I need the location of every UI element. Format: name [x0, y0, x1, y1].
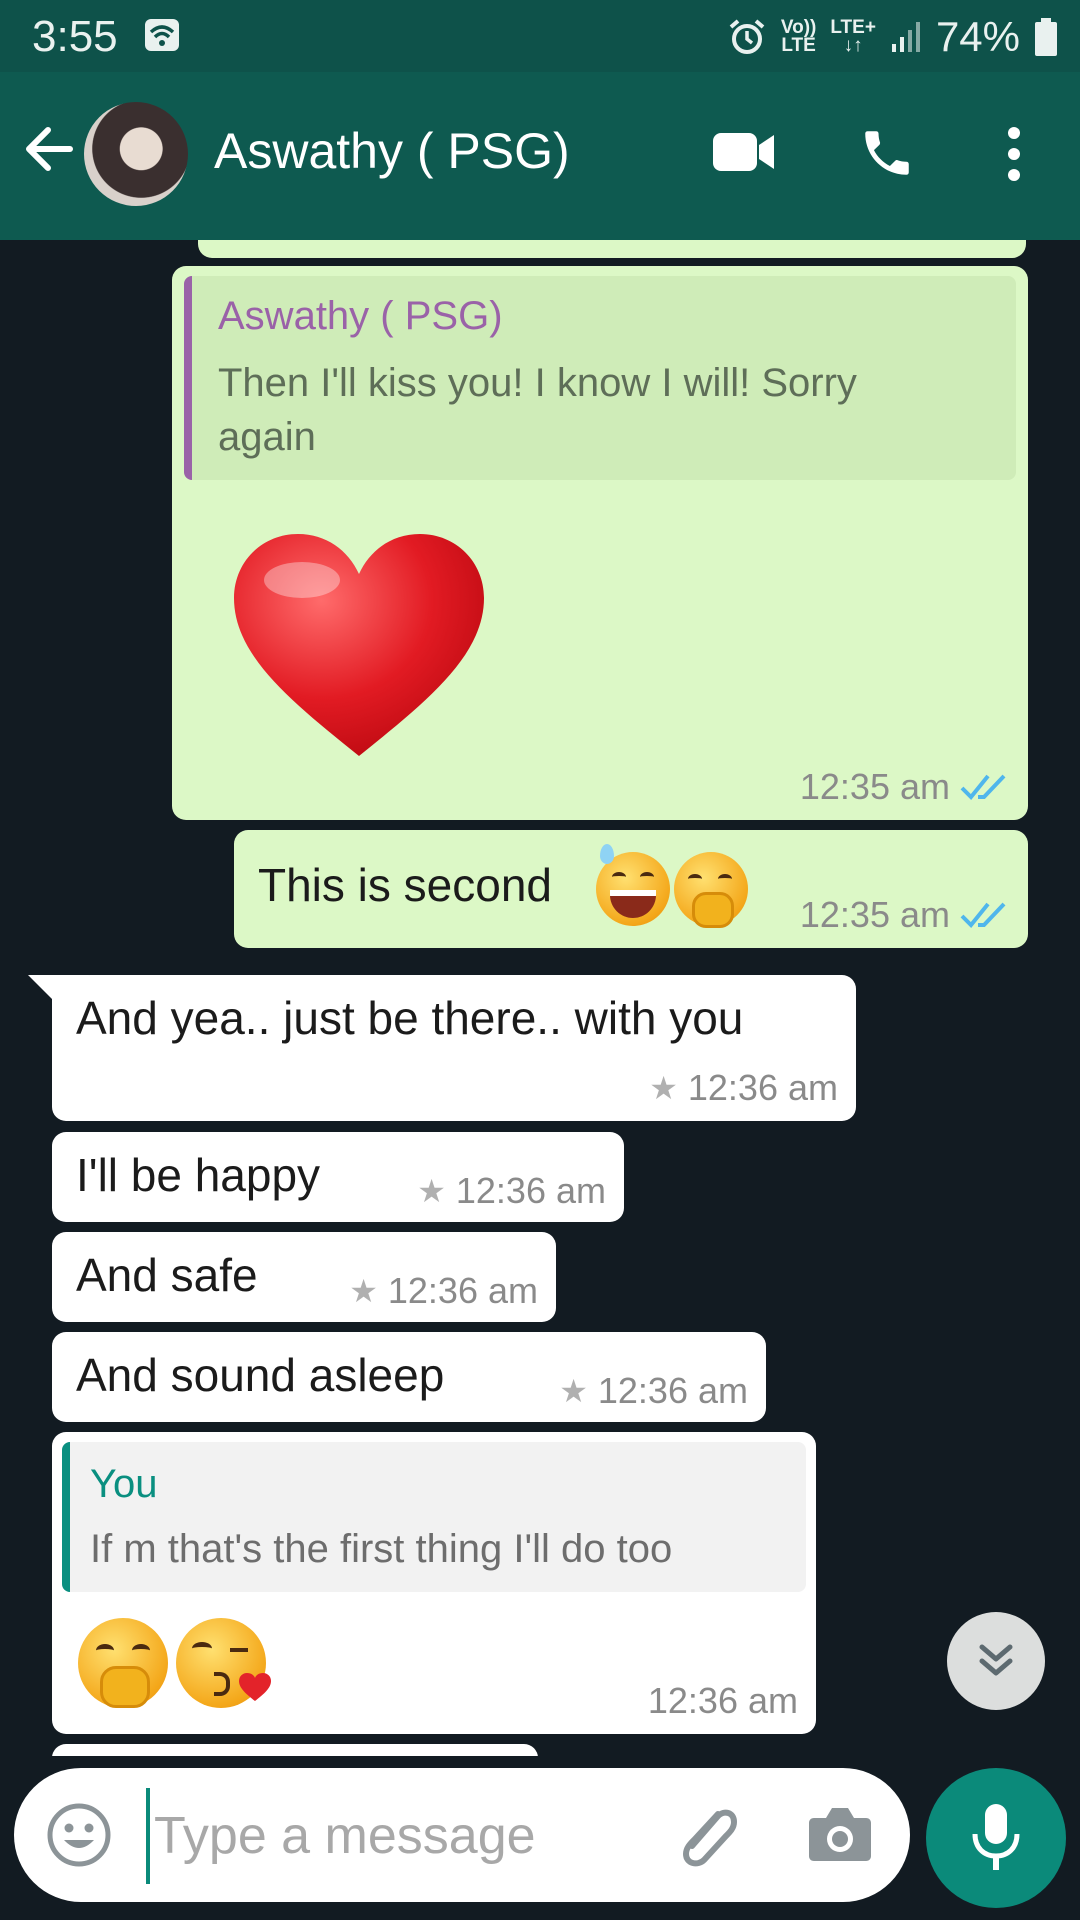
chat-area[interactable]: Aswathy ( PSG) Then I'll kiss you! I kno… — [0, 240, 1080, 1756]
chat-header: Aswathy ( PSG) — [0, 72, 1080, 240]
message-time: 12:36 am — [647, 1680, 798, 1721]
message-bubble[interactable]: I'll be happy ★ 12:36 am — [52, 1132, 624, 1222]
hand-over-mouth-emoji — [78, 1618, 168, 1708]
message-bubble[interactable]: This is second 12:35 am — [234, 830, 1028, 948]
double-tick-icon — [960, 902, 1006, 928]
message-text: And sound asleep — [76, 1349, 445, 1401]
double-tick-icon — [960, 774, 1006, 800]
quote-bar — [184, 276, 192, 480]
quoted-text: If m that's the first thing I'll do too — [90, 1527, 673, 1571]
battery-icon — [1035, 18, 1057, 56]
message-bubble[interactable]: Aswathy ( PSG) Then I'll kiss you! I kno… — [172, 266, 1028, 820]
grinning-sweat-emoji — [596, 844, 670, 926]
scroll-to-bottom-button[interactable] — [947, 1612, 1045, 1710]
message-bubble[interactable]: And sound asleep ★ 12:36 am — [52, 1332, 766, 1422]
message-bubble[interactable]: And yea.. just be there.. with you ★ 12:… — [52, 975, 856, 1121]
status-time: 3:55 — [32, 12, 118, 61]
message-bubble[interactable]: You If m that's the first thing I'll do … — [52, 1432, 816, 1734]
status-bar: 3:55 Vo)) LTE LTE+ ↓↑ 74% — [0, 0, 1080, 72]
attach-icon[interactable] — [674, 1798, 746, 1870]
message-input[interactable] — [146, 1788, 676, 1884]
kissing-heart-emoji — [176, 1618, 271, 1708]
quoted-text-line-1: Then I'll kiss you! I know I will! Sorry — [218, 361, 857, 405]
alarm-icon — [729, 19, 765, 54]
star-icon: ★ — [349, 1273, 378, 1309]
volte-indicator: Vo)) LTE — [780, 17, 817, 56]
contact-name[interactable]: Aswathy ( PSG) — [214, 122, 570, 180]
message-text: This is second — [258, 859, 553, 911]
message-time: 12:35 am — [800, 894, 1008, 936]
battery-percentage: 74% — [935, 13, 1020, 60]
lte-indicator: LTE+ ↓↑ — [830, 17, 876, 56]
heart-emoji — [234, 534, 484, 756]
more-options-icon[interactable] — [1004, 126, 1024, 182]
chevron-double-down-icon — [979, 1644, 1013, 1676]
message-time: ★ 12:36 am — [559, 1370, 748, 1411]
message-text: And safe — [76, 1249, 258, 1301]
message-time: ★ 12:36 am — [649, 1067, 838, 1108]
message-bubble-partial[interactable] — [52, 1744, 538, 1756]
message-text: I'll be happy — [76, 1149, 321, 1201]
message-time: ★ 12:36 am — [349, 1270, 538, 1311]
hand-over-mouth-emoji — [674, 852, 748, 928]
status-indicators: Vo)) LTE LTE+ ↓↑ 74% — [727, 12, 1058, 62]
voice-call-icon[interactable] — [858, 124, 916, 182]
quoted-sender: You — [90, 1462, 158, 1506]
star-icon: ★ — [417, 1173, 446, 1209]
message-composer — [14, 1768, 910, 1902]
mic-button[interactable] — [926, 1768, 1066, 1908]
quoted-text-line-2: again — [218, 415, 316, 459]
mic-icon — [972, 1804, 1020, 1870]
avatar[interactable] — [84, 102, 188, 206]
wifi-icon — [145, 19, 179, 51]
back-icon[interactable] — [22, 122, 76, 176]
message-text: And yea.. just be there.. with you — [76, 992, 744, 1044]
signal-icon — [891, 22, 920, 52]
message-time: 12:35 am — [800, 766, 1008, 808]
message-time: ★ 12:36 am — [417, 1170, 606, 1211]
video-call-icon[interactable] — [712, 130, 776, 174]
star-icon: ★ — [559, 1373, 588, 1409]
quote-bar — [62, 1442, 70, 1592]
message-bubble[interactable]: And safe ★ 12:36 am — [52, 1232, 556, 1322]
camera-icon[interactable] — [808, 1806, 872, 1862]
message-bubble-partial[interactable] — [198, 240, 1026, 258]
emoji-icon[interactable] — [46, 1802, 112, 1868]
star-icon: ★ — [649, 1070, 678, 1106]
quoted-message[interactable]: You If m that's the first thing I'll do … — [62, 1442, 806, 1592]
quoted-sender: Aswathy ( PSG) — [218, 294, 503, 338]
quoted-message[interactable]: Aswathy ( PSG) Then I'll kiss you! I kno… — [184, 276, 1016, 480]
